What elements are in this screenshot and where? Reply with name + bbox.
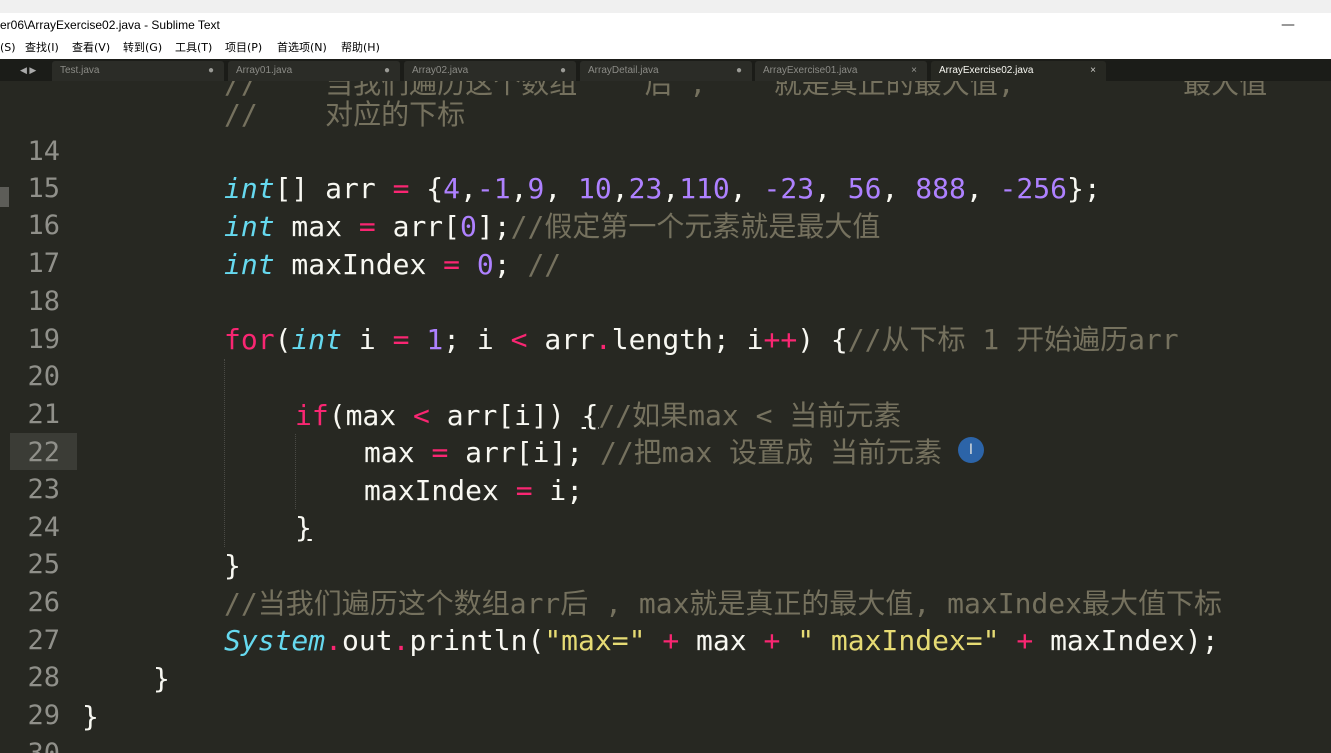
tab-arrayexercise02-java[interactable]: ArrayExercise02.java × (931, 61, 1106, 81)
code-text: for(int i = 1; i < arr.length; i++) {//从… (224, 323, 1179, 356)
tab-label: ArrayDetail.java (588, 65, 659, 76)
code-line-25: 25 } (0, 509, 1331, 580)
code-line-16: 16 int[] arr = {4,-1,9, 10,23,110, -23, … (0, 170, 1331, 241)
code-line-30: 30 } (0, 698, 1331, 753)
code-line-24: 24 maxIndex = i; (0, 472, 1331, 543)
tab-bar: ◀ ▶ Test.java ● Array01.java ● Array02.j… (0, 59, 1331, 81)
tab-arrayexercise01-java[interactable]: ArrayExercise01.java × (755, 61, 927, 81)
tab-close-icon[interactable]: × (1090, 61, 1096, 81)
menu-item-project[interactable]: 项目(P) (225, 37, 262, 59)
tab-label: ArrayExercise01.java (763, 65, 858, 76)
code-text: } (295, 511, 312, 544)
tab-test-java[interactable]: Test.java ● (52, 61, 224, 81)
tab-dirty-dot-icon[interactable]: ● (384, 61, 390, 81)
code-text: } (82, 700, 99, 733)
tab-nav-arrows-icon[interactable]: ◀ ▶ (20, 59, 36, 81)
code-text: int maxIndex = 0; // (224, 248, 562, 281)
title-bar: er06\ArrayExercise02.java - Sublime Text… (0, 13, 1331, 37)
window-top-strip (0, 0, 1331, 13)
code-line-21: 21 (0, 359, 1331, 430)
menu-item-view[interactable]: 查看(V) (72, 37, 110, 59)
tab-label: Test.java (60, 65, 100, 76)
code-line-28: 28 System.out.println("max=" + max + " m… (0, 622, 1331, 693)
tab-dirty-dot-icon[interactable]: ● (560, 61, 566, 81)
code-text: } (224, 549, 241, 582)
window-title: er06\ArrayExercise02.java - Sublime Text (0, 18, 220, 32)
code-line-20: 20 for(int i = 1; i < arr.length; i++) {… (0, 321, 1331, 392)
code-text: max = arr[i]; //把max 设置成 当前元素 (364, 436, 943, 469)
code-line-23: 23 max = arr[i]; //把max 设置成 当前元素 (0, 434, 1331, 505)
code-editor[interactable]: // 当我们遍历这个数组 后 , 就是真正的最大值, 最大值 14 // 对应的… (0, 81, 1331, 753)
menu-item-tools[interactable]: 工具(T) (175, 37, 212, 59)
code-line-15: 15 (0, 133, 1331, 204)
code-line-17: 17 int max = arr[0];//假定第一个元素就是最大值 (0, 208, 1331, 279)
tab-label: Array01.java (236, 65, 293, 76)
code-line-27: 27 //当我们遍历这个数组arr后 , max就是真正的最大值, maxInd… (0, 585, 1331, 656)
code-text: maxIndex = i; (364, 474, 584, 507)
tab-arraydetail-java[interactable]: ArrayDetail.java ● (580, 61, 752, 81)
code-text: if(max < arr[i]) {//如果max < 当前元素 (295, 399, 902, 432)
menu-item-preferences[interactable]: 首选项(N) (277, 37, 327, 59)
menu-item-help[interactable]: 帮助(H) (341, 37, 380, 59)
tab-close-icon[interactable]: × (911, 61, 917, 81)
text-cursor-icon: I (958, 437, 984, 463)
code-line-29: 29 } (0, 660, 1331, 731)
menu-item-s[interactable]: (S) (0, 37, 16, 59)
tab-label: Array02.java (412, 65, 469, 76)
code-line-19: 19 (0, 284, 1331, 355)
code-text: int max = arr[0];//假定第一个元素就是最大值 (224, 210, 881, 243)
code-line-18: 18 int maxIndex = 0; // (0, 246, 1331, 317)
tab-label: ArrayExercise02.java (939, 65, 1034, 76)
code-text: } (153, 662, 170, 695)
code-line-14: 14 // 对应的下标 (0, 96, 1331, 167)
code-text: System.out.println("max=" + max + " maxI… (224, 624, 1219, 657)
tab-dirty-dot-icon[interactable]: ● (736, 61, 742, 81)
menu-bar: (S) 查找(I) 查看(V) 转到(G) 工具(T) 项目(P) 首选项(N)… (0, 37, 1331, 59)
menu-item-goto[interactable]: 转到(G) (123, 37, 162, 59)
code-text: //当我们遍历这个数组arr后 , max就是真正的最大值, maxIndex最… (224, 587, 1223, 620)
code-text: // 对应的下标 (224, 98, 466, 131)
line-number: 30 (8, 735, 60, 753)
code-line-22: 22 if(max < arr[i]) {//如果max < 当前元素 (0, 397, 1331, 468)
tab-dirty-dot-icon[interactable]: ● (208, 61, 214, 81)
menu-item-find[interactable]: 查找(I) (25, 37, 59, 59)
tab-array01-java[interactable]: Array01.java ● (228, 61, 400, 81)
code-text: int[] arr = {4,-1,9, 10,23,110, -23, 56,… (224, 172, 1101, 205)
minimize-button[interactable]: — (1281, 13, 1295, 37)
code-line-26: 26 } (0, 547, 1331, 618)
tab-array02-java[interactable]: Array02.java ● (404, 61, 576, 81)
